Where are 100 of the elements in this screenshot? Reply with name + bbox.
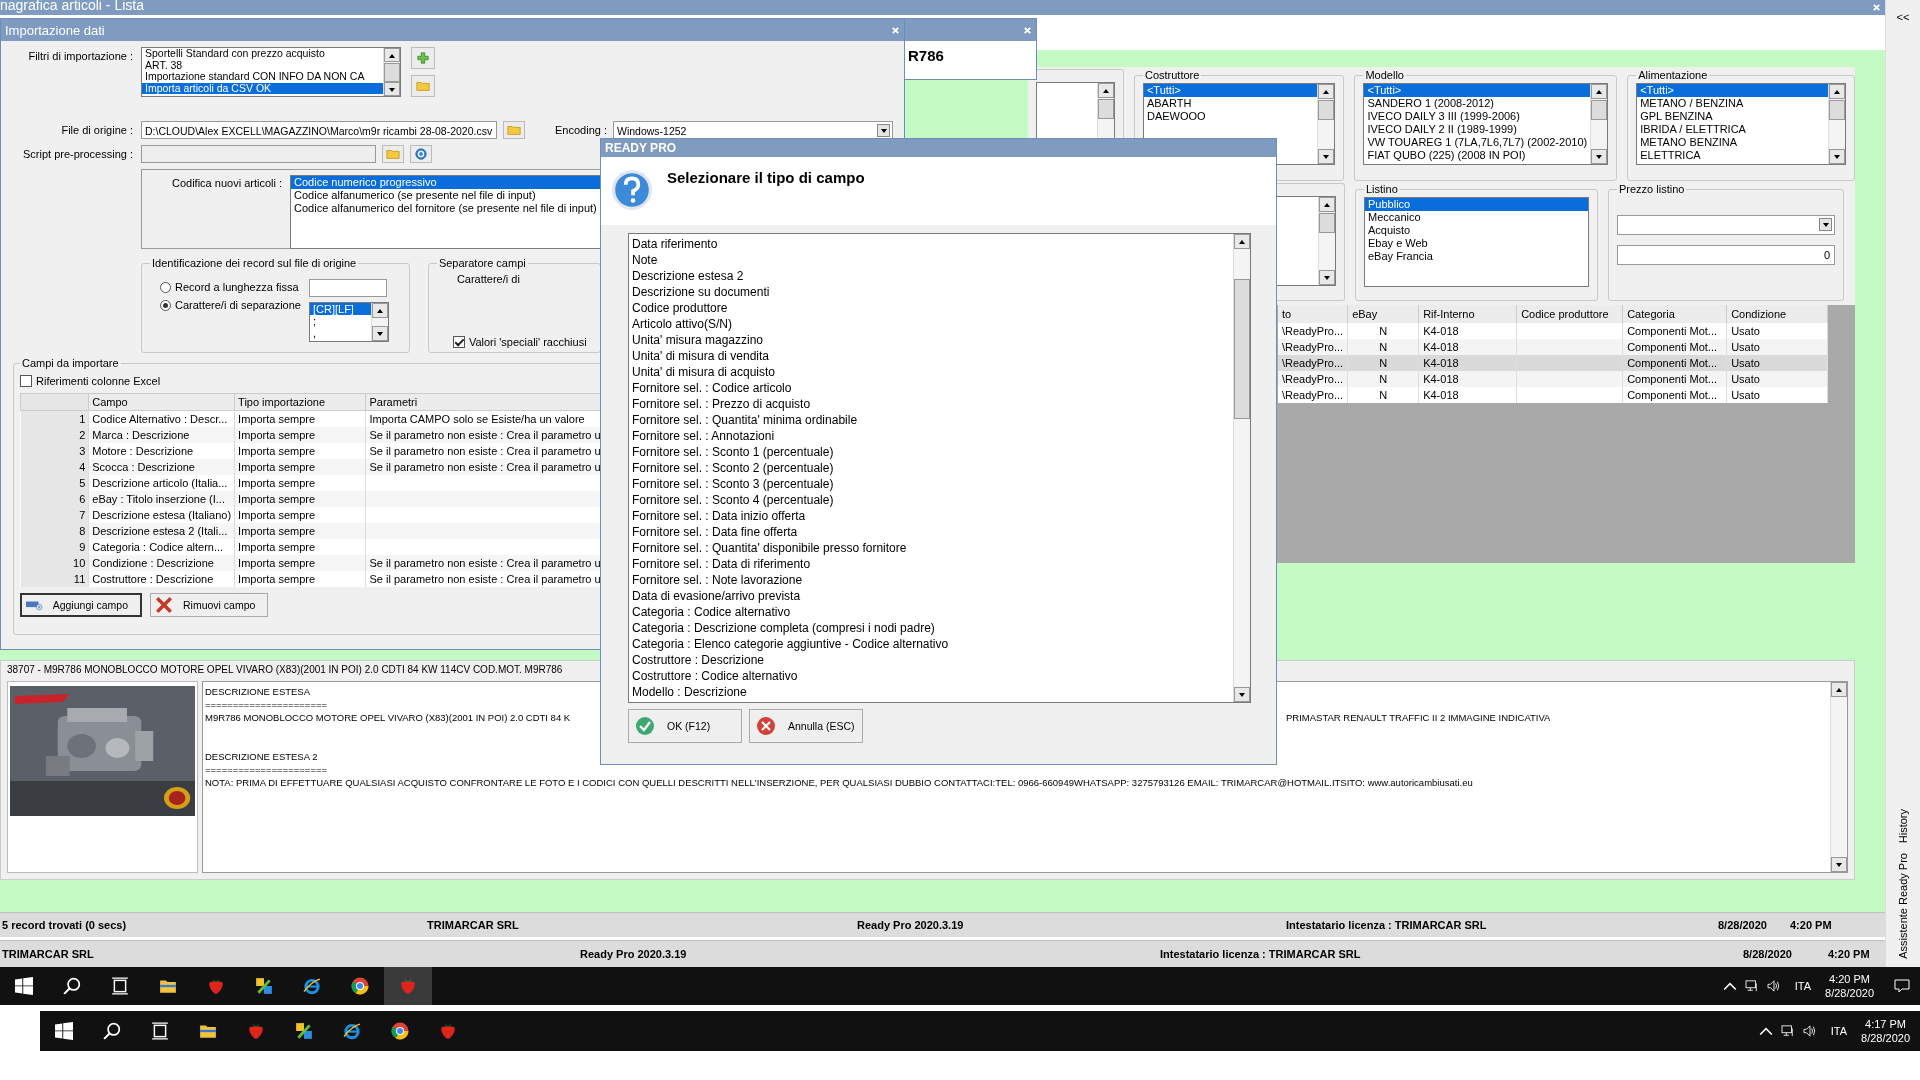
file-path-field[interactable]: D:\CLOUD\Alex EXCELL\MAGAZZINO\Marco\m9r ricambi 28-08-2020.csv <box>141 121 497 139</box>
close-icon[interactable] <box>1872 3 1881 12</box>
network-icon[interactable] <box>1780 1025 1795 1037</box>
column-header[interactable]: eBay <box>1347 305 1419 323</box>
chevron-up-icon[interactable] <box>1722 980 1737 992</box>
scrollbar[interactable] <box>1233 234 1250 702</box>
table-row[interactable]: \ReadyPro... N K4-018 Componenti Mot... Usato <box>1278 355 1828 371</box>
list-item[interactable]: Codice alfanumerico del fornitore (se presente nel file di input) <box>291 202 601 215</box>
column-header[interactable]: Condizione <box>1726 305 1828 323</box>
list-item[interactable]: METANO BENZINA <box>1637 136 1828 149</box>
clock[interactable]: 4:17 PM 8/28/2020 <box>1861 1017 1910 1045</box>
list-item[interactable]: GPL BENZINA <box>1637 110 1828 123</box>
list-item[interactable]: Fornitore sel. : Sconto 3 (percentuale) <box>629 476 1233 492</box>
column-header[interactable]: Categoria <box>1622 305 1727 323</box>
list-item[interactable]: Fornitore sel. : Sconto 2 (percentuale) <box>629 460 1233 476</box>
list-item[interactable]: ART. 38 <box>142 59 383 71</box>
list-item[interactable]: Fornitore sel. : Data di riferimento <box>629 556 1233 572</box>
list-item[interactable]: Categoria : Elenco categorie aggiuntive - Codice alternativo <box>629 636 1233 652</box>
notification-icon[interactable] <box>1894 979 1910 993</box>
close-icon[interactable] <box>891 25 900 35</box>
list-item[interactable]: Fornitore sel. : Quantita' disponibile presso fornitore <box>629 540 1233 556</box>
list-item[interactable]: Categoria : Descrizione completa (compresi i nodi padre) <box>629 620 1233 636</box>
table-row[interactable]: \ReadyPro... N K4-018 Componenti Mot... Usato <box>1278 387 1828 403</box>
column-header[interactable]: to <box>1278 305 1348 323</box>
list-item[interactable]: Fornitore sel. : Quantita' minima ordinabile <box>629 412 1233 428</box>
speaker-icon[interactable] <box>1802 1025 1817 1037</box>
script-field[interactable] <box>141 145 376 163</box>
table-row[interactable]: \ReadyPro... N K4-018 Componenti Mot... Usato <box>1278 371 1828 387</box>
column-header[interactable]: Codice produttore <box>1516 305 1623 323</box>
clock[interactable]: 4:20 PM 8/28/2020 <box>1825 972 1874 1000</box>
list-item[interactable]: Descrizione su documenti <box>629 284 1233 300</box>
list-item[interactable]: <Tutti> <box>1364 84 1591 97</box>
list-item[interactable]: Fornitore sel. : Codice articolo <box>629 380 1233 396</box>
scrollbar[interactable] <box>370 303 388 341</box>
radio-option[interactable]: Carattere/i di separazione <box>160 299 301 311</box>
ok-button[interactable]: OK (F12) <box>628 709 742 743</box>
add-field-button[interactable]: Aggiungi campo <box>20 593 142 617</box>
list-item[interactable]: ELETTRICA <box>1637 149 1828 162</box>
list-item[interactable]: Fornitore sel. : Sconto 1 (percentuale) <box>629 444 1233 460</box>
scrollbar[interactable] <box>1317 84 1335 164</box>
list-item[interactable]: SANDERO 1 (2008-2012) <box>1364 97 1591 110</box>
list-item[interactable]: Meccanico <box>1365 211 1588 224</box>
list-item[interactable]: <Tutti> <box>1637 84 1828 97</box>
list-item[interactable]: Modello : Descrizione <box>629 684 1233 700</box>
list-item[interactable]: Fornitore sel. : Data inizio offerta <box>629 508 1233 524</box>
list-item[interactable]: ABARTH <box>1143 97 1318 110</box>
list-item[interactable]: Codice produttore <box>629 300 1233 316</box>
list-item[interactable]: Fornitore sel. : Annotazioni <box>629 428 1233 444</box>
column-header[interactable]: Rif-Interno <box>1418 305 1517 323</box>
scrollbar[interactable] <box>1590 84 1608 164</box>
list-item[interactable]: [CR][LF] <box>309 303 371 315</box>
scrollbar[interactable] <box>1828 84 1845 164</box>
list-item[interactable]: Fornitore sel. : Note lavorazione <box>629 572 1233 588</box>
remove-field-button[interactable]: Rimuovi campo <box>150 593 269 617</box>
length-field[interactable] <box>308 279 387 297</box>
list-item[interactable]: Articolo attivo(S/N) <box>629 316 1233 332</box>
list-item[interactable]: IBRIDA / ELETTRICA <box>1637 123 1828 136</box>
list-item[interactable]: Ebay e Web <box>1365 237 1588 250</box>
help-button[interactable] <box>410 145 432 163</box>
list-item[interactable]: DAEWOOO <box>1143 110 1318 123</box>
checkbox-option[interactable]: Valori 'speciali' racchiusi <box>452 336 587 348</box>
speaker-icon[interactable] <box>1766 980 1781 992</box>
list-item[interactable]: Codice alfanumerico (se presente nel file di input) <box>291 189 601 202</box>
side-tab[interactable]: History <box>1897 809 1909 844</box>
list-item[interactable]: VW TOUAREG 1 (7LA,7L6,7L7) (2002-2010) <box>1364 136 1591 149</box>
list-item[interactable]: Categoria : Codice alternativo <box>629 604 1233 620</box>
list-item[interactable]: <Tutti> <box>1143 84 1318 97</box>
cancel-button[interactable]: Annulla (ESC) <box>749 709 863 743</box>
table-row[interactable]: \ReadyPro... N K4-018 Componenti Mot... Usato <box>1278 339 1828 355</box>
radio-option[interactable]: Record a lunghezza fissa <box>160 281 301 293</box>
list-item[interactable]: , <box>309 327 371 339</box>
close-icon[interactable] <box>1023 25 1032 35</box>
column-header[interactable]: Parametri <box>369 396 418 408</box>
list-item[interactable]: Unita' di misura di vendita <box>629 348 1233 364</box>
list-item[interactable]: Data riferimento <box>629 236 1233 252</box>
column-header[interactable]: Campo <box>92 396 128 408</box>
list-item[interactable]: Note <box>629 252 1233 268</box>
list-item[interactable]: Fornitore sel. : Sconto 4 (percentuale) <box>629 492 1233 508</box>
add-filter-button[interactable] <box>411 47 435 69</box>
list-item[interactable]: Unita' misura magazzino <box>629 332 1233 348</box>
list-item[interactable]: IVECO DAILY 3 III (1999-2006) <box>1364 110 1591 123</box>
list-item[interactable]: METANO / BENZINA <box>1637 97 1828 110</box>
list-item[interactable]: ; <box>309 315 371 327</box>
list-item[interactable]: Sportelli Standard con prezzo acquisto <box>142 48 383 60</box>
scrollbar[interactable] <box>1318 197 1335 285</box>
list-item[interactable]: FIAT QUBO (225) (2008 IN POI) <box>1364 149 1591 162</box>
list-item[interactable]: Fornitore sel. : Prezzo di acquisto <box>629 396 1233 412</box>
list-item[interactable]: Importa articoli da CSV OK <box>142 82 383 94</box>
language-indicator[interactable]: ITA <box>1830 1025 1848 1037</box>
list-item[interactable]: Costruttore : Descrizione <box>629 652 1233 668</box>
list-item[interactable]: Codice numerico progressivo <box>291 176 601 189</box>
list-item[interactable]: Importazione standard CON INFO DA NON CA <box>142 71 383 83</box>
chevron-up-icon[interactable] <box>1758 1025 1773 1037</box>
list-item[interactable]: Descrizione estesa 2 <box>629 268 1233 284</box>
side-tab[interactable]: Assistente Ready Pro <box>1897 853 1909 959</box>
list-item[interactable]: Acquisto <box>1365 224 1588 237</box>
price-field[interactable]: 0 <box>1617 245 1835 265</box>
list-item[interactable]: eBay Francia <box>1365 250 1588 263</box>
encoding-dropdown[interactable]: Windows-1252 <box>613 121 893 139</box>
list-item[interactable]: Unita' di misura di acquisto <box>629 364 1233 380</box>
